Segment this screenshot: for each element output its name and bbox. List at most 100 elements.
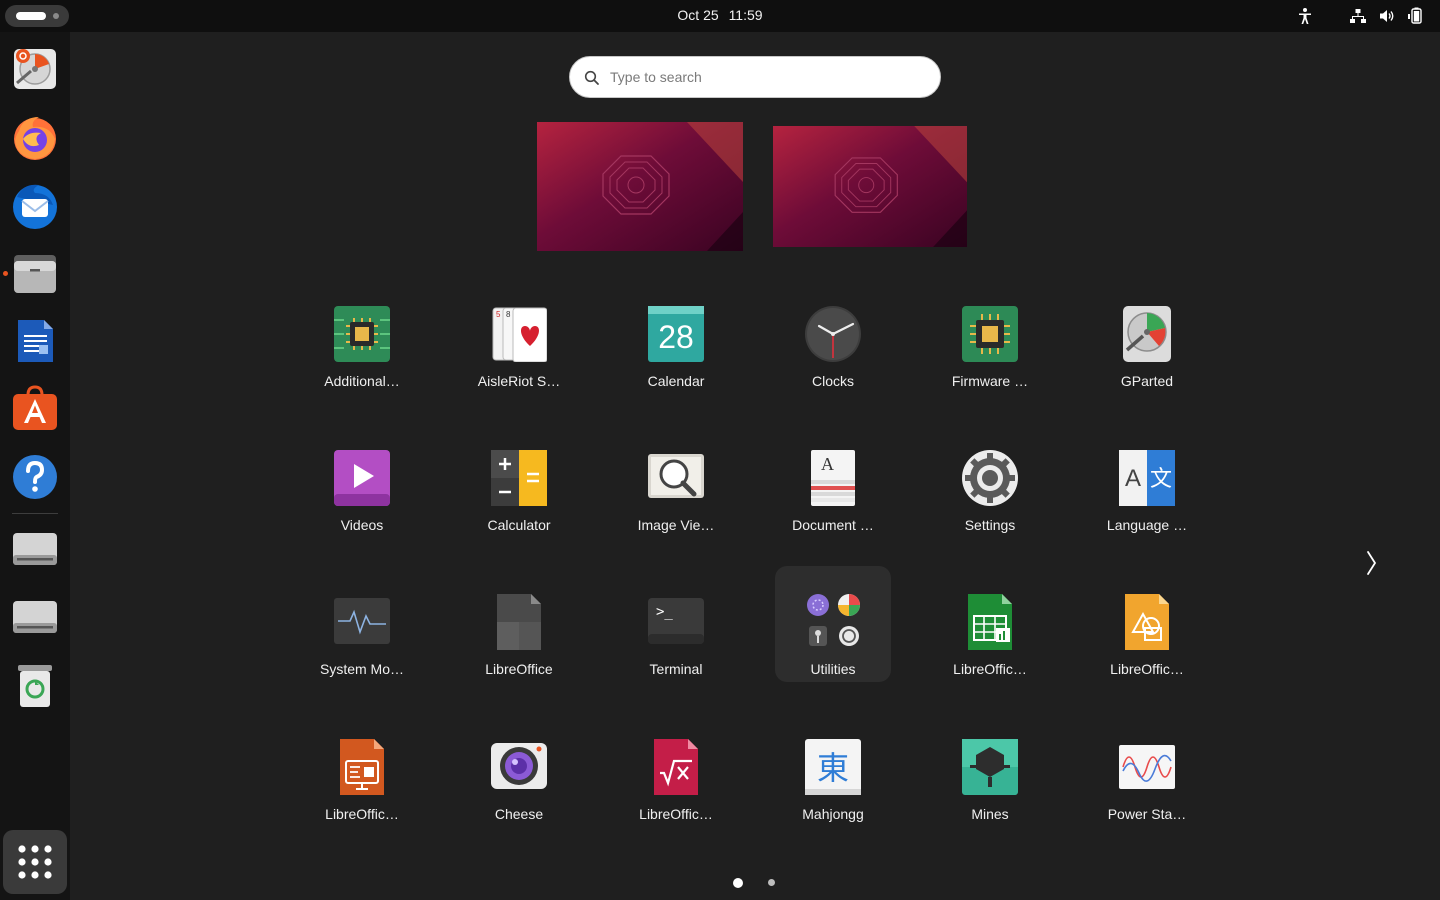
top-bar: Oct 25 11:59 (0, 0, 1440, 32)
dock-thunderbird[interactable] (9, 179, 61, 231)
dock-drive-1[interactable] (9, 523, 61, 575)
chip-icon (334, 306, 390, 362)
thunderbird-icon (13, 184, 57, 229)
dock-app-center[interactable] (9, 383, 61, 435)
calculator-icon (491, 450, 547, 506)
app-label: Terminal (649, 661, 703, 677)
app-cheese[interactable]: Cheese (461, 711, 577, 827)
app-firmware-updater[interactable]: Firmware … (932, 278, 1048, 394)
cards-icon: 5 8 (492, 307, 547, 362)
app-settings[interactable]: Settings (932, 422, 1048, 538)
terminal-prompt: >_ (656, 604, 673, 620)
clock-button[interactable]: Oct 25 11:59 (0, 0, 1440, 32)
page-indicator-1-active[interactable] (733, 878, 743, 888)
wallpaper-thumbnail (773, 126, 967, 247)
search-input[interactable] (610, 57, 930, 97)
dock-writer[interactable] (9, 315, 61, 367)
app-additional-drivers[interactable]: Additional… (304, 278, 420, 394)
next-page-arrow-icon[interactable] (1360, 548, 1382, 578)
document-glyph: A (821, 454, 834, 474)
impress-icon (340, 739, 384, 795)
app-label: AisleRiot S… (477, 373, 561, 389)
search-icon (584, 70, 599, 85)
settings-gear-icon (962, 450, 1018, 506)
app-grid-icon (18, 845, 52, 879)
mahjongg-icon: 東 (805, 739, 861, 795)
dock-files[interactable] (9, 247, 61, 299)
app-label: Mahjongg (802, 806, 864, 822)
app-aisleriot[interactable]: 5 8 AisleRiot S… (461, 278, 577, 394)
drive-icon (13, 601, 57, 633)
mahjongg-glyph: 東 (817, 749, 849, 787)
clock-icon (805, 306, 861, 362)
app-terminal[interactable]: >_ Terminal (618, 566, 734, 682)
disk-usage-icon (14, 49, 56, 89)
app-calculator[interactable]: Calculator (461, 422, 577, 538)
app-label: GParted (1120, 373, 1174, 389)
app-label: LibreOffic… (325, 806, 399, 822)
app-label: Calculator (487, 517, 551, 533)
network-wired-icon[interactable] (1349, 7, 1367, 25)
app-system-monitor[interactable]: System Mo… (304, 566, 420, 682)
app-calendar[interactable]: 28 Calendar (618, 278, 734, 394)
app-label: System Mo… (319, 661, 404, 677)
app-label: LibreOffic… (953, 661, 1027, 677)
firefox-icon (14, 117, 56, 160)
svg-text:8: 8 (506, 310, 511, 319)
app-clocks[interactable]: Clocks (775, 278, 891, 394)
app-image-viewer[interactable]: Image Vie… (618, 422, 734, 538)
app-libreoffice-draw[interactable]: LibreOffic… (1089, 566, 1205, 682)
dock (0, 32, 70, 900)
show-apps-button[interactable] (3, 830, 67, 894)
app-label: Calendar (647, 373, 705, 389)
terminal-icon: >_ (648, 598, 704, 644)
app-label: Document … (792, 517, 874, 533)
language-glyph-cjk: 文 (1150, 467, 1172, 492)
app-libreoffice[interactable]: LibreOffice (461, 566, 577, 682)
app-videos[interactable]: Videos (304, 422, 420, 538)
app-label: Language … (1106, 517, 1188, 533)
volume-icon[interactable] (1378, 7, 1396, 25)
calc-icon (968, 594, 1012, 650)
app-gparted[interactable]: GParted (1089, 278, 1205, 394)
wallpaper-thumbnail (537, 122, 743, 251)
battery-icon[interactable] (1406, 7, 1424, 25)
app-libreoffice-impress[interactable]: LibreOffic… (304, 711, 420, 827)
firmware-chip-icon (962, 306, 1018, 362)
running-indicator (3, 271, 8, 276)
language-icon: A 文 (1119, 450, 1175, 506)
dock-trash[interactable] (9, 659, 61, 711)
app-mahjongg[interactable]: 東 Mahjongg (775, 711, 891, 827)
page-indicator-2[interactable] (768, 879, 775, 886)
mines-icon (962, 739, 1018, 795)
app-document-viewer[interactable]: A Document … (775, 422, 891, 538)
utilities-folder-icon (807, 594, 860, 646)
workspace-thumbnail-2[interactable] (773, 126, 967, 247)
app-libreoffice-math[interactable]: LibreOffic… (618, 711, 734, 827)
app-power-statistics[interactable]: Power Sta… (1089, 711, 1205, 827)
app-label: Firmware … (951, 373, 1029, 389)
app-language-support[interactable]: A 文 Language … (1089, 422, 1205, 538)
system-monitor-icon (334, 598, 390, 644)
app-center-icon (13, 385, 57, 430)
gparted-icon (1123, 306, 1171, 362)
power-stats-icon (1119, 745, 1175, 789)
app-label: LibreOffic… (639, 806, 713, 822)
trash-icon (18, 665, 52, 707)
dock-drive-2[interactable] (9, 591, 61, 643)
dock-disk-usage[interactable] (9, 43, 61, 95)
app-label: Utilities (810, 661, 856, 677)
calendar-day: 28 (658, 319, 694, 355)
workspace-thumbnail-1[interactable] (537, 122, 743, 251)
app-libreoffice-calc[interactable]: LibreOffic… (932, 566, 1048, 682)
search-box[interactable] (569, 56, 941, 98)
document-viewer-icon: A (811, 450, 855, 506)
accessibility-icon[interactable] (1297, 7, 1313, 25)
dock-firefox[interactable] (9, 111, 61, 163)
dock-help[interactable] (9, 451, 61, 503)
calendar-icon: 28 (648, 306, 704, 362)
app-mines[interactable]: Mines (932, 711, 1048, 827)
drive-icon (13, 533, 57, 565)
writer-icon (18, 320, 53, 362)
folder-utilities[interactable]: Utilities (775, 566, 891, 682)
